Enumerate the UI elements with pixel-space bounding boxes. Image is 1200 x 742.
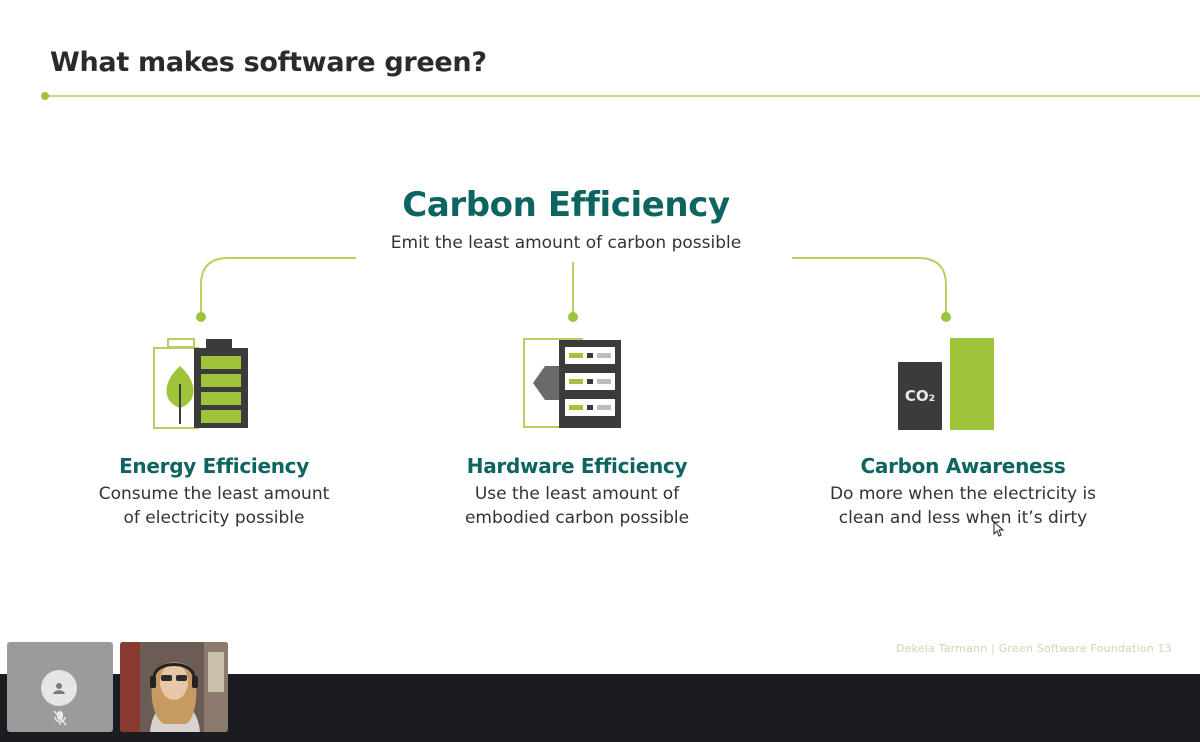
self-video-tile[interactable] xyxy=(7,642,113,732)
pillar-title-energy: Energy Efficiency xyxy=(119,454,309,478)
pillar-desc-energy: Consume the least amount of electricity … xyxy=(98,484,330,528)
clean-energy-bar xyxy=(950,338,994,430)
co2-bar: CO₂ xyxy=(898,362,942,430)
battery-leaf-icon xyxy=(153,338,248,429)
pillar-desc-carbon-awareness: Do more when the electricity is clean an… xyxy=(829,484,1097,528)
pillar-desc-hardware: Use the least amount of embodied carbon … xyxy=(464,484,690,528)
speaker-video-feed xyxy=(120,642,228,732)
server-rack-icon xyxy=(523,338,621,428)
avatar-icon xyxy=(41,670,77,706)
mic-off-icon[interactable] xyxy=(53,710,67,726)
slide-footer: Dekela Tarmann | Green Software Foundati… xyxy=(895,642,1172,655)
co2-bars-icon: CO₂ xyxy=(898,338,994,430)
pillar-title-hardware: Hardware Efficiency xyxy=(466,454,688,478)
speaker-video-tile[interactable] xyxy=(120,642,228,732)
pillar-title-carbon-awareness: Carbon Awareness xyxy=(860,454,1066,478)
cursor-icon xyxy=(993,521,1005,537)
slide: What makes software green? Carbon Effici… xyxy=(0,0,1200,674)
co2-label: CO₂ xyxy=(904,387,936,405)
